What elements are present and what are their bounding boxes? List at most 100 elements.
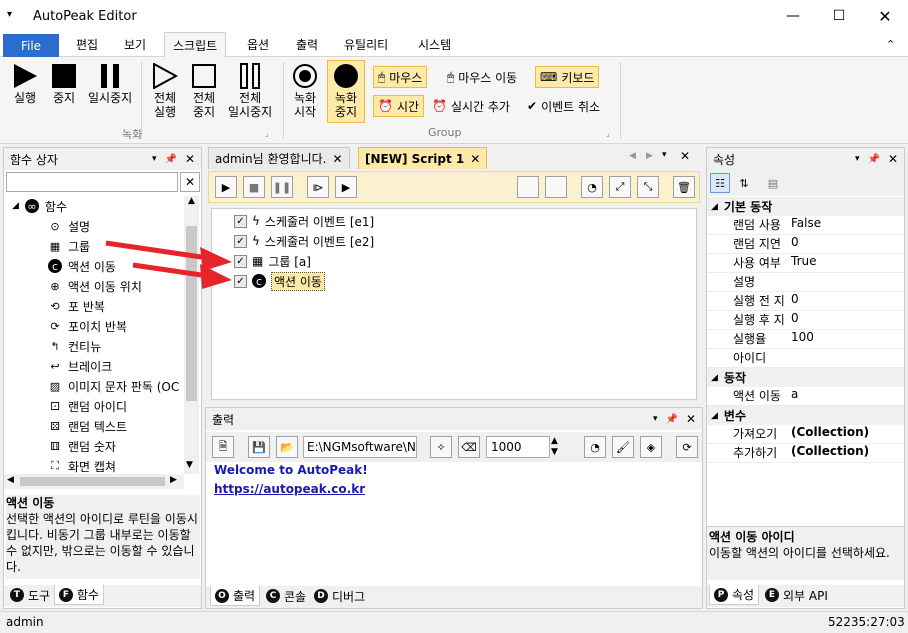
event-checkbox[interactable]: ✓ bbox=[234, 274, 247, 288]
new-log-button[interactable]: 🗎 bbox=[212, 436, 234, 458]
function-search-input[interactable] bbox=[6, 172, 178, 192]
tree-item[interactable]: ⛶ 화면 캡쳐 bbox=[4, 456, 184, 474]
property-row[interactable]: 가져오기 (Collection) bbox=[707, 425, 904, 444]
event-checkbox[interactable]: ✓ bbox=[234, 214, 247, 228]
tree-item[interactable]: ⚄ 랜덤 텍스트 bbox=[4, 416, 184, 436]
category-basic[interactable]: ◢ 기본 동작 bbox=[707, 197, 904, 216]
tab-external-api[interactable]: E 외부 API bbox=[761, 585, 832, 605]
property-row[interactable]: 랜덤 지연 0 bbox=[707, 235, 904, 254]
log-path-input[interactable]: E:\NGMsoftware\NG bbox=[303, 436, 417, 458]
scroll-thumb[interactable] bbox=[186, 226, 197, 401]
script-run-frame-button[interactable]: ▶ bbox=[335, 176, 357, 198]
tab-utility[interactable]: 유틸리티 bbox=[344, 32, 388, 57]
pause-all-button[interactable]: 전체 일시중지 bbox=[228, 61, 272, 119]
dropdown-icon[interactable]: ▾ bbox=[653, 414, 658, 424]
property-row[interactable]: 설명 bbox=[707, 273, 904, 292]
property-value[interactable]: 100 bbox=[787, 330, 814, 348]
keyboard-button[interactable]: ⌨ 키보드 bbox=[535, 66, 600, 88]
property-row[interactable]: 실행 전 지0 bbox=[707, 292, 904, 311]
property-value[interactable]: 0 bbox=[787, 311, 799, 329]
property-value[interactable]: 0 bbox=[787, 292, 799, 310]
refresh-button[interactable]: ⟳ bbox=[676, 436, 698, 458]
tab-scroll-right-icon[interactable]: ▶ bbox=[646, 151, 653, 161]
tab-script[interactable]: 스크립트 bbox=[164, 32, 227, 58]
tree-item[interactable]: ⚀ 랜덤 아이디 bbox=[4, 396, 184, 416]
script-expand-button[interactable]: ⤢ bbox=[609, 176, 631, 198]
category-variables[interactable]: ◢ 변수 bbox=[707, 406, 904, 425]
save-log-button[interactable]: 💾 bbox=[248, 436, 270, 458]
property-value[interactable]: 0 bbox=[787, 235, 799, 253]
property-value[interactable]: True bbox=[787, 254, 817, 272]
tree-item[interactable]: ↰ 컨티뉴 bbox=[4, 336, 184, 356]
property-row[interactable]: 사용 여부 True bbox=[707, 254, 904, 273]
clean-button[interactable]: ✧ bbox=[430, 436, 452, 458]
property-pages-button[interactable]: ▤ bbox=[763, 173, 783, 193]
property-row[interactable]: 아이디 bbox=[707, 349, 904, 368]
tab-edit[interactable]: 편집 bbox=[76, 32, 98, 57]
tab-options[interactable]: 옵션 bbox=[247, 32, 269, 57]
tree-item[interactable]: ⟳ 포이치 반복 bbox=[4, 316, 184, 336]
property-value[interactable] bbox=[787, 349, 791, 367]
property-row[interactable]: 액션 이동 a bbox=[707, 387, 904, 406]
tab-functions[interactable]: F 함수 bbox=[54, 585, 105, 605]
property-row[interactable]: 랜덤 사용 False bbox=[707, 216, 904, 235]
dropdown-icon[interactable]: ▾ bbox=[855, 154, 860, 164]
doc-tab-script[interactable]: [NEW] Script 1 ✕ bbox=[358, 147, 488, 169]
property-value[interactable]: (Collection) bbox=[787, 425, 869, 443]
time-button[interactable]: ⏰ 시간 bbox=[373, 95, 425, 117]
script-stop-button[interactable]: ■ bbox=[243, 176, 265, 198]
tab-tools[interactable]: T 도구 bbox=[6, 585, 54, 605]
scroll-thumb[interactable] bbox=[20, 477, 165, 486]
event-checkbox[interactable]: ✓ bbox=[234, 254, 247, 268]
system-menu-icon[interactable]: ▾ bbox=[7, 9, 12, 20]
tree-item[interactable]: ↩ 브레이크 bbox=[4, 356, 184, 376]
stop-button[interactable]: 중지 bbox=[52, 61, 76, 105]
script-option-button-1[interactable] bbox=[517, 176, 539, 198]
maximize-button[interactable]: ☐ bbox=[816, 0, 862, 32]
dialog-launcher-icon[interactable]: ⌟ bbox=[265, 129, 269, 138]
minimize-button[interactable]: — bbox=[770, 0, 816, 32]
close-panel-icon[interactable]: ✕ bbox=[185, 152, 195, 166]
doc-tab-welcome[interactable]: admin님 환영합니다. ✕ bbox=[208, 147, 350, 169]
property-row[interactable]: 추가하기 (Collection) bbox=[707, 444, 904, 463]
expand-icon[interactable]: ◢ bbox=[12, 201, 19, 211]
line-count-spinner[interactable]: ▲ ▼ bbox=[551, 436, 558, 458]
tab-view[interactable]: 보기 bbox=[124, 32, 146, 57]
event-cancel-button[interactable]: ✔ 이벤트 취소 bbox=[523, 95, 604, 117]
property-value[interactable]: False bbox=[787, 216, 821, 234]
property-row[interactable]: 실행 후 지0 bbox=[707, 311, 904, 330]
tab-output-log[interactable]: O 출력 bbox=[210, 586, 261, 606]
tab-scroll-left-icon[interactable]: ◀ bbox=[629, 151, 636, 161]
tab-file[interactable]: File bbox=[3, 34, 59, 57]
close-tab-icon[interactable]: ✕ bbox=[332, 152, 342, 166]
property-value[interactable]: a bbox=[787, 387, 798, 405]
pause-button[interactable]: 일시중지 bbox=[88, 61, 132, 105]
tree-item[interactable]: ▨ 이미지 문자 판독 (OC bbox=[4, 376, 184, 396]
event-row[interactable]: ✓ ϟ 스케줄러 이벤트 [e2] bbox=[234, 231, 374, 251]
script-collapse-button[interactable]: ⤡ bbox=[637, 176, 659, 198]
pin-icon[interactable]: 📌 bbox=[665, 414, 677, 425]
scroll-right-icon[interactable]: ▶ bbox=[170, 475, 177, 485]
script-pause-button[interactable]: ❚❚ bbox=[271, 176, 293, 198]
tab-properties[interactable]: P 속성 bbox=[709, 585, 760, 605]
stop-all-button[interactable]: 전체 중지 bbox=[192, 61, 216, 119]
realtime-add-button[interactable]: ⏰ 실시간 추가 bbox=[428, 95, 514, 117]
line-count-input[interactable]: 1000 bbox=[486, 436, 550, 458]
script-step-button[interactable]: ⧐ bbox=[307, 176, 329, 198]
tree-item[interactable]: ⟲ 포 반복 bbox=[4, 296, 184, 316]
tab-system[interactable]: 시스템 bbox=[418, 32, 451, 57]
collapse-icon[interactable]: ◢ bbox=[711, 411, 718, 421]
run-all-button[interactable]: 전체 실행 bbox=[152, 61, 178, 119]
clock-button[interactable]: ◔ bbox=[584, 436, 606, 458]
script-delete-button[interactable]: 🗑 bbox=[673, 176, 695, 198]
property-value[interactable] bbox=[787, 273, 791, 291]
vertical-scrollbar[interactable]: ▲ ▼ bbox=[184, 196, 199, 474]
event-row-selected[interactable]: ✓ c 액션 이동 bbox=[234, 271, 325, 291]
record-stop-button[interactable]: 녹화 중지 bbox=[327, 60, 365, 123]
script-option-button-2[interactable] bbox=[545, 176, 567, 198]
horizontal-scrollbar[interactable]: ◀ ▶ bbox=[4, 474, 184, 489]
tree-item[interactable]: ⊙ 설명 bbox=[4, 216, 184, 236]
brush-button[interactable]: 🖌 bbox=[612, 436, 634, 458]
close-panel-icon[interactable]: ✕ bbox=[888, 152, 898, 166]
record-start-button[interactable]: 녹화 시작 bbox=[292, 61, 318, 119]
